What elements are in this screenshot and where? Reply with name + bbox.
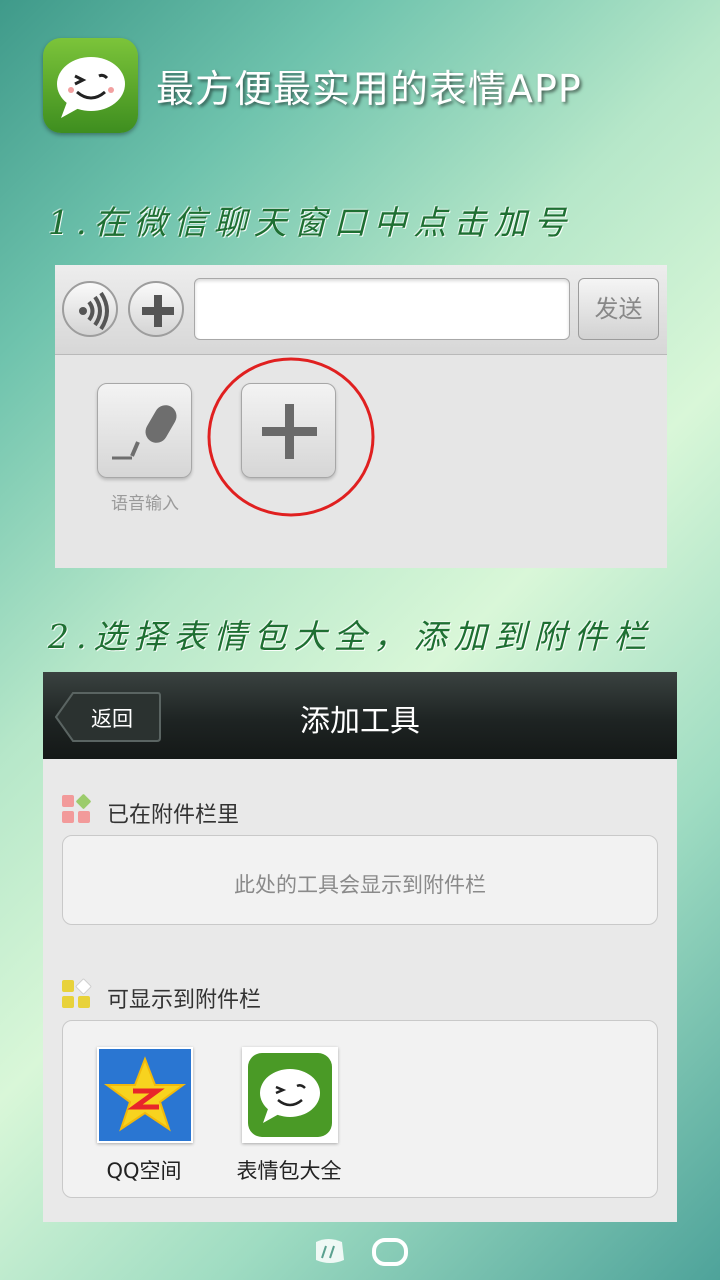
grid-icon — [60, 793, 94, 827]
add-tool-screen: 返回 添加工具 已在附件栏里 此处的工具会显示到附件栏 可显示到附件栏 QQ空间… — [43, 672, 677, 1222]
page-title: 添加工具 — [300, 704, 420, 739]
emoji-app-icon — [242, 1047, 338, 1143]
message-input[interactable] — [194, 278, 570, 340]
tool-label: 表情包大全 — [236, 1159, 342, 1183]
voice-input-label: 语音输入 — [111, 494, 179, 514]
watermark-logo-icon — [316, 1238, 408, 1266]
header-title: 最方便最实用的表情APP — [156, 67, 582, 111]
app-logo-icon — [43, 38, 138, 133]
in-attachment-card: 此处的工具会显示到附件栏 — [62, 835, 658, 925]
tool-label: QQ空间 — [106, 1159, 182, 1183]
qzone-star-icon — [97, 1047, 193, 1143]
empty-hint: 此处的工具会显示到附件栏 — [234, 873, 486, 897]
chat-input-panel: 发送 语音输入 — [55, 265, 667, 568]
voice-wave-icon — [79, 291, 109, 331]
attach-plus-button[interactable] — [128, 281, 184, 337]
grid-icon — [60, 978, 94, 1012]
send-button[interactable]: 发送 — [578, 278, 659, 340]
voice-input-tile[interactable] — [97, 383, 192, 478]
voice-toggle-button[interactable] — [62, 281, 118, 337]
microphone-icon — [112, 405, 177, 460]
nav-bar: 返回 添加工具 — [43, 672, 677, 759]
in-attachment-heading: 已在附件栏里 — [107, 803, 240, 828]
plus-icon — [142, 295, 174, 327]
available-tools-card: QQ空间 表情包大全 — [62, 1020, 658, 1198]
highlight-circle-annotation — [207, 357, 375, 517]
chat-input-bar: 发送 — [55, 265, 667, 355]
available-tools-heading: 可显示到附件栏 — [107, 988, 262, 1013]
step1-caption: 1.在微信聊天窗口中点击加号 — [48, 203, 574, 242]
step2-caption: 2.选择表情包大全，添加到附件栏 — [48, 617, 654, 656]
